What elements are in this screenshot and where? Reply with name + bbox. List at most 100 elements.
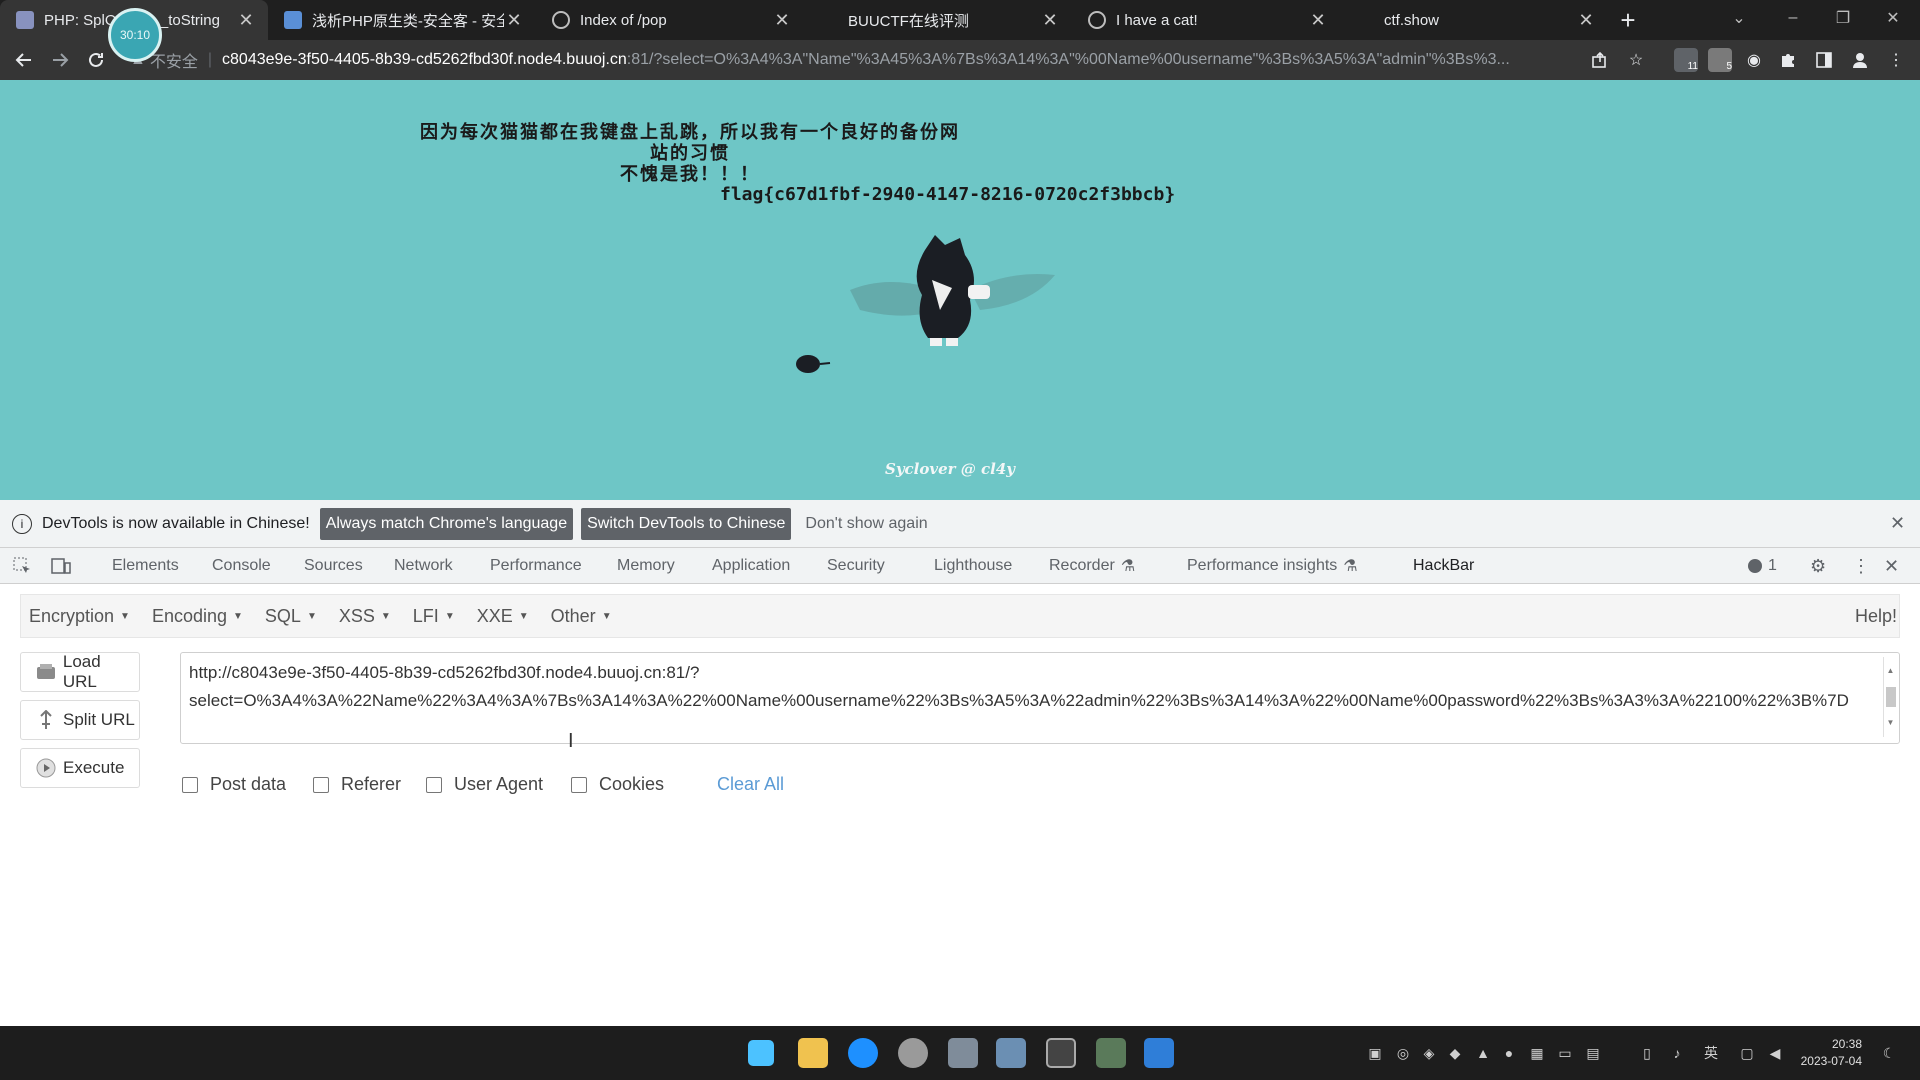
ime-indicator[interactable]: 英	[1702, 1044, 1720, 1062]
tab-index-pop[interactable]: Index of /pop ✕	[536, 0, 804, 40]
profile-icon[interactable]	[1848, 48, 1872, 72]
file-explorer-icon[interactable]	[798, 1038, 828, 1068]
close-window-button[interactable]: ✕	[1868, 0, 1918, 36]
menu-lfi[interactable]: LFI ▼	[413, 606, 455, 627]
volume-icon[interactable]: ◀	[1766, 1044, 1784, 1062]
user-agent-checkbox[interactable]: User Agent	[426, 774, 543, 795]
microphone-icon[interactable]: ♪	[1668, 1044, 1686, 1062]
url-textarea[interactable]: http://c8043e9e-3f50-4405-8b39-cd5262fbd…	[180, 652, 1900, 744]
tray-app-icon[interactable]: ▦	[1528, 1044, 1546, 1062]
app-icon[interactable]	[948, 1038, 978, 1068]
tab-close-icon[interactable]: ✕	[504, 10, 524, 30]
tab-ctfshow[interactable]: ctf.show ✕	[1340, 0, 1608, 40]
checkbox-box[interactable]	[313, 776, 329, 793]
minimize-button[interactable]: –	[1768, 0, 1818, 36]
app-icon[interactable]	[1096, 1038, 1126, 1068]
split-url-button[interactable]: Split URL	[20, 700, 140, 740]
tab-memory[interactable]: Memory	[617, 548, 675, 584]
tab-console[interactable]: Console	[212, 548, 271, 584]
menu-encoding[interactable]: Encoding ▼	[152, 606, 243, 627]
menu-xxe[interactable]: XXE ▼	[477, 606, 529, 627]
tab-performance-insights[interactable]: Performance insights ⚗	[1187, 548, 1358, 584]
menu-sql[interactable]: SQL ▼	[265, 606, 317, 627]
close-devtools-icon[interactable]: ✕	[1884, 548, 1899, 584]
help-link[interactable]: Help!	[1855, 606, 1897, 627]
network-icon[interactable]: ▢	[1738, 1044, 1756, 1062]
checkbox-box[interactable]	[182, 776, 198, 793]
clear-all-link[interactable]: Clear All	[717, 774, 784, 795]
phpstorm-icon[interactable]	[1046, 1038, 1076, 1068]
tab-anquanke[interactable]: 浅析PHP原生类-安全客 - 安全客 ✕	[268, 0, 536, 40]
back-button[interactable]	[6, 42, 42, 78]
tab-close-icon[interactable]: ✕	[1576, 10, 1596, 30]
menu-encryption[interactable]: Encryption ▼	[29, 606, 130, 627]
extension-icon[interactable]: 5	[1708, 48, 1732, 72]
menu-xss[interactable]: XSS ▼	[339, 606, 391, 627]
tray-app-icon[interactable]: ▣	[1366, 1044, 1384, 1062]
new-tab-button[interactable]: +	[1608, 0, 1648, 40]
infobar-message: DevTools is now available in Chinese!	[42, 514, 310, 532]
tray-app-icon[interactable]: ◎	[1394, 1044, 1412, 1062]
clock[interactable]: 20:38 2023-07-04	[1798, 1036, 1862, 1070]
load-url-button[interactable]: Load URL	[20, 652, 140, 692]
issues-counter[interactable]: 1	[1748, 548, 1777, 584]
tab-buuctf[interactable]: BUUCTF在线评测 ✕	[804, 0, 1072, 40]
share-icon[interactable]	[1588, 48, 1612, 72]
inspect-element-icon[interactable]	[12, 548, 32, 584]
restore-button[interactable]: ❐	[1818, 0, 1868, 36]
post-data-checkbox[interactable]: Post data	[182, 774, 286, 795]
tab-performance[interactable]: Performance	[490, 548, 582, 584]
referer-checkbox[interactable]: Referer	[313, 774, 401, 795]
forward-button[interactable]	[42, 42, 78, 78]
menu-other[interactable]: Other ▼	[551, 606, 612, 627]
do-not-disturb-icon[interactable]: ☾	[1880, 1044, 1898, 1062]
extension-eye-icon[interactable]: ◉	[1742, 48, 1766, 72]
reload-button[interactable]	[78, 42, 114, 78]
dont-show-again-link[interactable]: Don't show again	[805, 515, 927, 533]
tab-recorder[interactable]: Recorder ⚗	[1049, 548, 1135, 584]
tab-close-icon[interactable]: ✕	[772, 10, 792, 30]
tray-shield-icon[interactable]: ◈	[1420, 1044, 1438, 1062]
settings-gear-icon[interactable]: ⚙	[1810, 548, 1826, 584]
tab-search-icon[interactable]: ⌄	[1714, 0, 1764, 36]
battery-icon[interactable]: ▯	[1638, 1044, 1656, 1062]
always-match-language-button[interactable]: Always match Chrome's language	[319, 507, 574, 540]
tray-app-icon[interactable]: ▭	[1556, 1044, 1574, 1062]
devtools-menu-icon[interactable]: ⋮	[1852, 548, 1870, 584]
edge-icon[interactable]	[848, 1038, 878, 1068]
switch-to-chinese-button[interactable]: Switch DevTools to Chinese	[581, 507, 792, 540]
tab-sources[interactable]: Sources	[304, 548, 363, 584]
tab-elements[interactable]: Elements	[112, 548, 179, 584]
extensions-puzzle-icon[interactable]	[1776, 48, 1800, 72]
photos-icon[interactable]	[996, 1038, 1026, 1068]
tray-app-icon[interactable]: ▲	[1474, 1044, 1492, 1062]
device-toolbar-icon[interactable]	[50, 548, 72, 584]
address-bar[interactable]: ▲ 不安全 | c8043e9e-3f50-4405-8b39-cd5262fb…	[130, 44, 1580, 76]
checkbox-box[interactable]	[426, 776, 442, 793]
execute-button[interactable]: Execute	[20, 748, 140, 788]
tray-app-icon[interactable]: ▤	[1584, 1044, 1602, 1062]
tab-close-icon[interactable]: ✕	[1308, 10, 1328, 30]
vscode-icon[interactable]	[1144, 1038, 1174, 1068]
close-infobar-icon[interactable]: ✕	[1890, 513, 1905, 534]
start-windows-icon[interactable]	[748, 1040, 774, 1066]
tab-close-icon[interactable]: ✕	[236, 10, 256, 30]
tab-security[interactable]: Security	[827, 548, 885, 584]
tab-hackbar[interactable]: HackBar	[1413, 548, 1474, 584]
tab-i-have-a-cat[interactable]: I have a cat! ✕	[1072, 0, 1340, 40]
checkbox-box[interactable]	[571, 776, 587, 793]
tab-close-icon[interactable]: ✕	[1040, 10, 1060, 30]
extension-icon[interactable]: 11	[1674, 48, 1698, 72]
tab-application[interactable]: Application	[712, 548, 790, 584]
tray-app-icon[interactable]: ◆	[1446, 1044, 1464, 1062]
cookies-checkbox[interactable]: Cookies	[571, 774, 664, 795]
chrome-icon[interactable]	[898, 1038, 928, 1068]
side-panel-icon[interactable]	[1812, 48, 1836, 72]
chrome-menu-icon[interactable]: ⋮	[1884, 48, 1908, 72]
scroll-thumb[interactable]	[1885, 687, 1896, 707]
bookmark-star-icon[interactable]: ☆	[1624, 48, 1648, 72]
textarea-scrollbar[interactable]: ▲ ▼	[1883, 657, 1897, 737]
tab-lighthouse[interactable]: Lighthouse	[934, 548, 1012, 584]
tab-network[interactable]: Network	[394, 548, 453, 584]
tray-app-icon[interactable]: ●	[1500, 1044, 1518, 1062]
